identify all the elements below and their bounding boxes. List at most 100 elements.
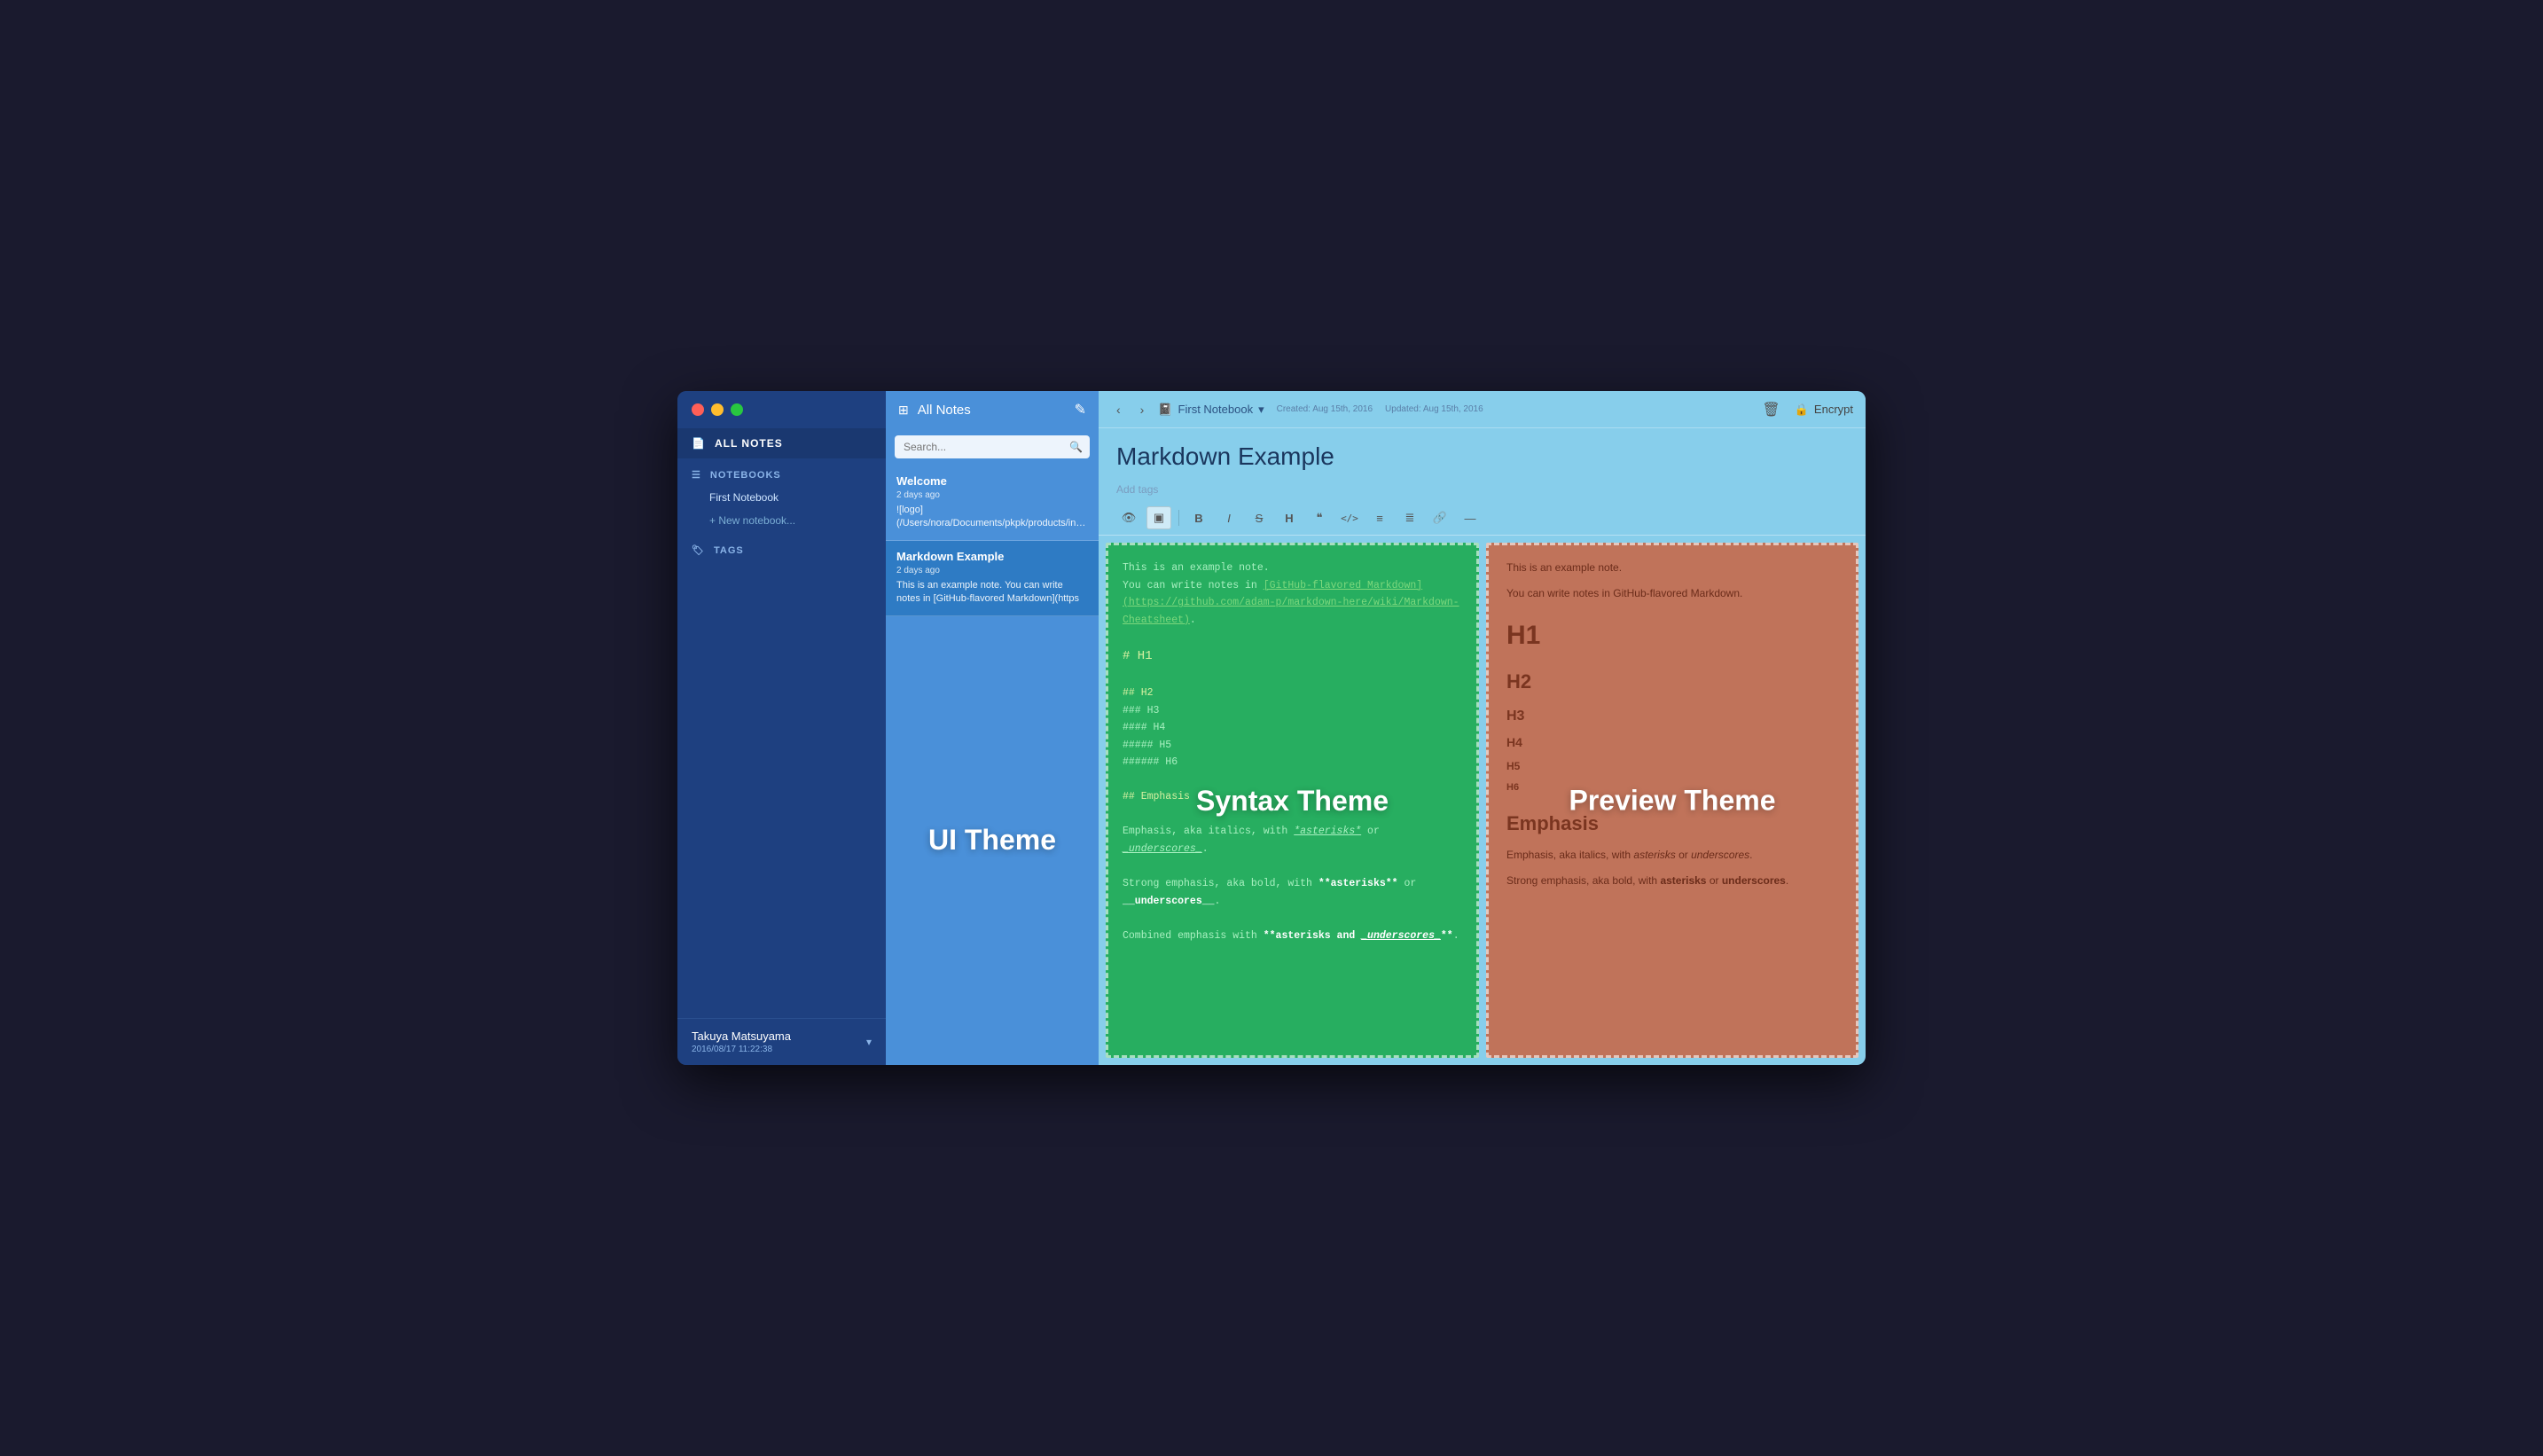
notebook-chevron-icon: ▾ [1258,403,1264,417]
nav-forward-button[interactable]: › [1135,401,1150,419]
encrypt-label: Encrypt [1814,403,1853,416]
heading-button[interactable]: H [1277,506,1302,529]
sidebar-item-first-notebook[interactable]: First Notebook [677,486,886,509]
updated-date: Updated: Aug 15th, 2016 [1385,404,1483,414]
preview-pane: Preview Theme This is an example note. Y… [1486,543,1858,1058]
new-note-icon[interactable]: ✎ [1075,401,1086,419]
editor-header: ‹ › 📓 First Notebook ▾ Created: Aug 15th… [1099,391,1866,428]
sidebar-section-notebooks: ☰ NOTEBOOKS [677,458,886,486]
sidebar-footer: Takuya Matsuyama 2016/08/17 11:22:38 ▾ [677,1018,886,1065]
maximize-button[interactable] [731,403,743,416]
editor-area: ‹ › 📓 First Notebook ▾ Created: Aug 15th… [1099,391,1866,1065]
syntax-emphasis2: Strong emphasis, aka bold, with **asteri… [1123,875,1462,910]
preview-h1: H1 [1506,614,1838,657]
main-layout: 📄 ALL NOTES ☰ NOTEBOOKS First Notebook +… [677,391,1866,1065]
preview-h2: H2 [1506,666,1838,697]
notes-search: 🔍 [895,435,1090,458]
preview-h3: H3 [1506,705,1838,728]
note-preview: ![logo](/Users/nora/Documents/pkpk/produ… [896,504,1088,531]
close-button[interactable] [692,403,704,416]
notebook-name: First Notebook [1178,403,1254,416]
note-meta: 2 days ago [896,566,1088,575]
preview-emphasis1: Emphasis, aka italics, with asterisks or… [1506,847,1838,864]
preview-h6: H6 [1506,780,1838,796]
preview-emphasis-header: Emphasis [1506,808,1838,839]
preview-h5: H5 [1506,758,1838,775]
window-controls [692,403,743,416]
note-title: Markdown Example [896,550,1088,563]
hr-button[interactable]: — [1458,506,1483,529]
editor-toolbar: 👁 ▣ B I S H ❝ </> ≡ ≣ 🔗 — [1099,501,1866,536]
editor-title-area [1099,428,1866,478]
notes-list-title: All Notes [918,403,971,418]
note-item-markdown[interactable]: Markdown Example 2 days ago This is an e… [886,541,1099,616]
first-notebook-label: First Notebook [709,491,779,504]
ui-theme-label: UI Theme [928,824,1056,857]
user-name: Takuya Matsuyama [692,1029,791,1043]
tags-area[interactable]: Add tags [1099,478,1866,501]
syntax-emphasis-header: ## Emphasis [1123,788,1462,806]
app-window: 📄 ALL NOTES ☰ NOTEBOOKS First Notebook +… [677,391,1866,1065]
tags-label: TAGS [714,545,744,556]
syntax-h1: # H1 [1123,646,1462,668]
all-notes-label: ALL NOTES [715,437,783,450]
split-view-button[interactable]: ▣ [1146,506,1171,529]
notes-list-header: ⊞ All Notes ✎ [886,391,1099,428]
notebook-icon: 📓 [1158,403,1172,417]
code-button[interactable]: </> [1337,506,1362,529]
notebooks-label: NOTEBOOKS [710,470,781,481]
user-info: Takuya Matsuyama 2016/08/17 11:22:38 [692,1029,791,1054]
search-input[interactable] [895,435,1090,458]
quote-button[interactable]: ❝ [1307,506,1332,529]
document-icon: 📄 [692,437,706,450]
note-item-welcome[interactable]: Welcome 2 days ago ![logo](/Users/nora/D… [886,466,1099,541]
sidebar-section-tags: 🏷 TAGS [677,532,886,561]
preview-h4: H4 [1506,732,1838,752]
sidebar-item-all-notes[interactable]: 📄 ALL NOTES [677,428,886,458]
chevron-down-icon[interactable]: ▾ [866,1036,872,1048]
preview-intro1: This is an example note. [1506,560,1838,576]
note-preview: This is an example note. You can write n… [896,579,1088,607]
tag-icon: 🏷 [692,544,705,556]
syntax-pane[interactable]: Syntax Theme This is an example note. Yo… [1106,543,1479,1058]
syntax-intro1: This is an example note. [1123,560,1462,577]
syntax-emphasis3: Combined emphasis with **asterisks and _… [1123,928,1462,945]
trash-button[interactable]: 🗑 [1762,401,1780,419]
nav-back-button[interactable]: ‹ [1111,401,1126,419]
note-title: Welcome [896,474,1088,488]
new-notebook-button[interactable]: + New notebook... [677,509,886,532]
sidebar-nav: 📄 ALL NOTES ☰ NOTEBOOKS First Notebook +… [677,428,886,1018]
list-icon: ☰ [692,469,701,481]
minimize-button[interactable] [711,403,724,416]
notebook-selector[interactable]: 📓 First Notebook ▾ [1158,403,1264,417]
toolbar-separator-1 [1178,510,1179,526]
ul-button[interactable]: ≡ [1367,506,1392,529]
new-notebook-label: + New notebook... [709,514,795,527]
ol-button[interactable]: ≣ [1397,506,1422,529]
user-date: 2016/08/17 11:22:38 [692,1045,791,1054]
strikethrough-button[interactable]: S [1247,506,1272,529]
created-date: Created: Aug 15th, 2016 [1277,404,1373,414]
add-tags-label: Add tags [1116,483,1158,496]
syntax-h4: #### H4 [1123,719,1462,737]
preview-emphasis2: Strong emphasis, aka bold, with asterisk… [1506,873,1838,889]
notes-list-title-area: ⊞ All Notes [898,403,971,418]
editor-actions: 🗑 🔒 Encrypt [1762,401,1853,419]
preview-toggle-button[interactable]: 👁 [1116,506,1141,529]
lock-icon: 🔒 [1795,403,1809,417]
syntax-intro2: You can write notes in [GitHub-flavored … [1123,577,1462,630]
note-meta: 2 days ago [896,490,1088,500]
editor-content: Syntax Theme This is an example note. Yo… [1099,536,1866,1065]
bold-button[interactable]: B [1186,506,1211,529]
italic-button[interactable]: I [1217,506,1241,529]
syntax-h3: ### H3 [1123,702,1462,720]
sidebar: 📄 ALL NOTES ☰ NOTEBOOKS First Notebook +… [677,391,886,1065]
encrypt-button[interactable]: 🔒 Encrypt [1795,403,1853,417]
note-title-input[interactable] [1116,442,1848,471]
syntax-h2: ## H2 [1123,685,1462,702]
sort-icon[interactable]: ⊞ [898,403,909,418]
preview-intro2: You can write notes in GitHub-flavored M… [1506,585,1838,602]
search-icon: 🔍 [1069,441,1083,453]
link-button[interactable]: 🔗 [1428,506,1452,529]
notes-list-panel: ⊞ All Notes ✎ 🔍 Welcome 2 days ago ![log… [886,391,1099,1065]
